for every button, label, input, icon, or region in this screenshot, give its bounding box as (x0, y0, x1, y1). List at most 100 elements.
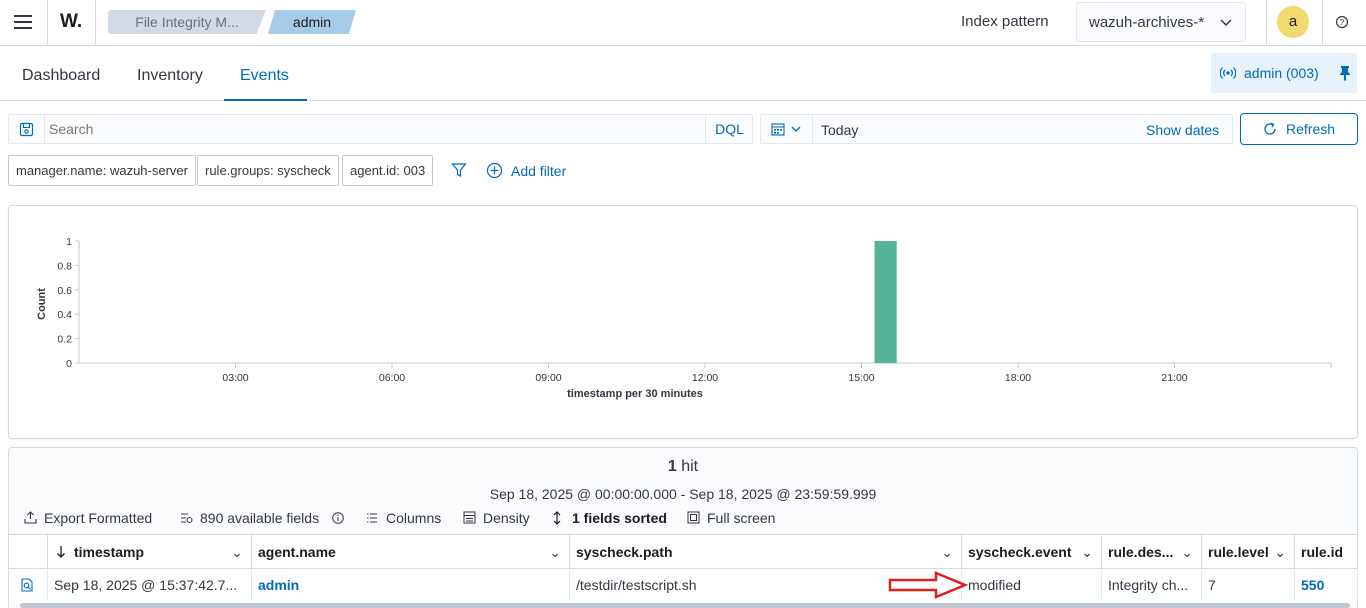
table-cell-rule-id[interactable]: 550 (1295, 568, 1358, 600)
y-tick-label: 0.8 (57, 260, 72, 272)
index-pattern-label: Index pattern (961, 13, 1049, 30)
arrow-down-icon (57, 546, 65, 558)
pin-icon[interactable] (1339, 65, 1351, 84)
full-screen-button[interactable]: Full screen (687, 509, 775, 527)
time-range-text: Sep 18, 2025 @ 00:00:00.000 - Sep 18, 20… (489, 486, 877, 502)
chevron-down-icon[interactable]: ⌄ (1181, 535, 1193, 568)
search-input[interactable] (49, 118, 699, 140)
y-tick-label: 0 (66, 358, 72, 370)
tab-events[interactable]: Events (224, 47, 307, 101)
module-tabs: Dashboard Inventory Events (0, 47, 1366, 101)
tab-label: Inventory (137, 67, 203, 84)
column-label: timestamp (74, 544, 145, 560)
menu-icon[interactable] (14, 14, 32, 30)
export-label: Export Formatted (44, 510, 153, 526)
column-label: syscheck.path (576, 544, 673, 560)
column-label: rule.id (1301, 544, 1344, 560)
filter-label: manager.name: wazuh-server (16, 163, 188, 178)
fields-icon (181, 513, 193, 523)
sort-icon (553, 511, 561, 525)
chevron-down-icon[interactable]: ⌄ (231, 535, 243, 568)
hits-label: hit (681, 458, 699, 475)
x-axis-title: timestamp per 30 minutes (567, 388, 703, 400)
export-icon (24, 511, 37, 524)
filter-rule-groups[interactable]: rule.groups: syscheck (197, 155, 339, 186)
tab-label: Dashboard (22, 67, 101, 84)
avatar[interactable]: a (1277, 6, 1309, 38)
hits-number: 1 (667, 458, 677, 475)
y-tick-label: 0.6 (57, 285, 72, 297)
wazuh-logo[interactable]: W. (60, 11, 82, 33)
columns-label: Columns (386, 510, 442, 526)
column-header-syscheck-path[interactable]: syscheck.path ⌄ (570, 534, 962, 568)
date-range-value[interactable]: Today (821, 122, 858, 138)
tab-inventory[interactable]: Inventory (137, 47, 203, 101)
table-cell-syscheck-event: modified (962, 568, 1102, 600)
logo-text: W. (60, 11, 83, 32)
inspect-document-icon[interactable] (19, 577, 35, 593)
histogram-bar (874, 241, 897, 363)
chevron-down-icon[interactable]: ⌄ (1081, 535, 1093, 568)
column-header-rule-description[interactable]: rule.des... ⌄ (1102, 534, 1202, 568)
table-cell-timestamp: Sep 18, 2025 @ 15:37:42.7... (48, 568, 252, 600)
chevron-down-icon (791, 126, 801, 132)
svg-text:?: ? (1340, 18, 1345, 27)
search-bar: DQL (8, 114, 753, 144)
x-tick-label: 15:00 (848, 372, 874, 384)
x-tick-label: 06:00 (379, 372, 405, 384)
filter-label: rule.groups: syscheck (205, 163, 331, 178)
calendar-icon (771, 123, 785, 136)
column-label: rule.des... (1108, 544, 1174, 560)
y-tick-label: 0.2 (57, 334, 72, 346)
fullscreen-label: Full screen (707, 510, 776, 526)
saved-query-icon[interactable] (9, 115, 45, 143)
tab-label: Events (240, 67, 289, 84)
tab-dashboard[interactable]: Dashboard (22, 47, 100, 101)
filter-manager-name[interactable]: manager.name: wazuh-server (8, 155, 196, 186)
filter-icon[interactable] (451, 162, 467, 181)
table-cell-agent-name[interactable]: admin (252, 568, 570, 600)
show-dates-link[interactable]: Show dates (1146, 122, 1219, 138)
annotation-arrow (888, 571, 968, 599)
fullscreen-icon (687, 511, 700, 524)
avatar-letter: a (1288, 13, 1298, 30)
selected-agent-pill[interactable]: admin (003) (1211, 53, 1357, 93)
x-tick-label: 03:00 (222, 372, 248, 384)
index-pattern-select[interactable]: wazuh-archives-* (1076, 2, 1246, 42)
chevron-down-icon[interactable]: ⌄ (549, 535, 561, 568)
top-header: W. File Integrity M... admin Index patte… (0, 0, 1366, 46)
filter-agent-id[interactable]: agent.id: 003 (342, 155, 434, 186)
column-header-syscheck-event[interactable]: syscheck.event ⌄ (962, 534, 1102, 568)
columns-icon (367, 513, 377, 523)
row-inspect-cell (9, 568, 48, 600)
breadcrumb-agent[interactable]: admin (268, 10, 356, 34)
y-tick-label: 1 (66, 236, 72, 248)
help-icon[interactable]: ? (1335, 15, 1349, 32)
column-header-agent-name[interactable]: agent.name ⌄ (252, 534, 570, 568)
export-formatted-button[interactable]: Export Formatted (24, 509, 152, 527)
sort-fields-button[interactable]: 1 fields sorted (552, 509, 667, 527)
refresh-label: Refresh (1286, 121, 1336, 137)
column-header-rule-level[interactable]: rule.level ⌄ (1202, 534, 1295, 568)
density-icon (463, 511, 476, 524)
hits-count: 1 hit (0, 458, 1366, 476)
quick-menu-button[interactable] (761, 115, 813, 143)
chevron-down-icon[interactable]: ⌄ (941, 535, 953, 568)
refresh-button[interactable]: Refresh (1240, 113, 1358, 145)
column-header-rule-id[interactable]: rule.id (1295, 534, 1358, 568)
available-fields-button[interactable]: 890 available fields (180, 509, 344, 527)
horizontal-scrollbar[interactable] (20, 603, 1350, 608)
columns-button[interactable]: Columns (366, 509, 441, 527)
y-tick-label: 0.4 (57, 309, 72, 321)
breadcrumb-module[interactable]: File Integrity M... (108, 10, 266, 34)
date-picker: Today Show dates (760, 114, 1233, 144)
chevron-down-icon[interactable]: ⌄ (1274, 535, 1286, 568)
column-header-timestamp[interactable]: timestamp ⌄ (48, 534, 252, 568)
query-language-button[interactable]: DQL (705, 115, 753, 143)
column-label: syscheck.event (968, 544, 1072, 560)
density-button[interactable]: Density (463, 509, 530, 527)
table-cell-rule-description: Integrity ch... (1102, 568, 1202, 600)
x-tick-label: 09:00 (535, 372, 561, 384)
agent-pill-label: admin (003) (1244, 65, 1319, 81)
column-label: rule.level (1208, 544, 1269, 560)
